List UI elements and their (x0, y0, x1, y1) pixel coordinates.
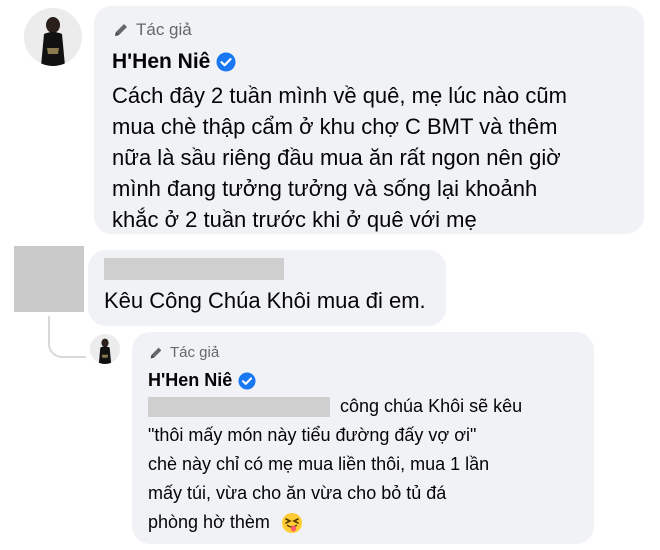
redacted-username (104, 258, 284, 280)
author-name[interactable]: H'Hen Niê (112, 50, 210, 74)
comment-line: nữa là sầu riêng đầu mua ăn rất ngon nên… (112, 145, 561, 170)
author-comment-bubble: Tác giả H'Hen Niê Cách đây 2 tuần mình v… (94, 6, 644, 234)
author-name-row: H'Hen Niê (112, 50, 236, 74)
author-badge: Tác giả (112, 20, 192, 40)
comment-line: khắc ở 2 tuần trước khi ở quê với mẹ (112, 207, 477, 232)
reply-author-name-row: H'Hen Niê (148, 370, 256, 391)
reply-line: chè này chỉ có mẹ mua liền thôi, mua 1 l… (148, 454, 490, 474)
redacted-avatar[interactable] (14, 246, 84, 312)
user-comment-text: Kêu Công Chúa Khôi mua đi em. (104, 288, 426, 313)
reply-line: phòng hờ thèm (148, 508, 588, 537)
author-badge-label: Tác giả (136, 20, 192, 39)
reply-last-line: phòng hờ thèm (148, 512, 270, 532)
reply-bubble: Tác giả H'Hen Niê công chúa Khôi sẽ kêu … (132, 332, 594, 544)
author-avatar[interactable] (24, 8, 82, 66)
verified-badge-icon (238, 371, 256, 390)
squinting-face-with-tongue-icon (281, 512, 303, 534)
thread-connector (48, 330, 86, 358)
comment-line: mình đang tưởng tưởng và sống lại khoảnh (112, 176, 538, 201)
reply-line-tail: công chúa Khôi sẽ kêu (340, 396, 523, 416)
comment-line: mua chè thập cẩm ở khu chợ C BMT và thêm (112, 114, 558, 139)
reply-badge-label: Tác giả (170, 344, 220, 361)
reply-text: công chúa Khôi sẽ kêu "thôi mấy món này … (148, 392, 588, 537)
reply-line: "thôi mấy món này tiểu đường đấy vợ ơi" (148, 425, 477, 445)
redacted-mention (148, 397, 330, 418)
reply-line: mấy túi, vừa cho ăn vừa cho bỏ tủ đá (148, 483, 447, 503)
reply-author-name[interactable]: H'Hen Niê (148, 370, 232, 391)
reply-line: công chúa Khôi sẽ kêu (148, 392, 588, 421)
pen-icon (112, 21, 130, 39)
verified-badge-icon (216, 52, 236, 72)
reply-author-avatar[interactable] (90, 334, 120, 364)
author-comment-text: Cách đây 2 tuần mình về quê, mẹ lúc nào … (112, 80, 637, 235)
comment-line: Cách đây 2 tuần mình về quê, mẹ lúc nào … (112, 83, 567, 108)
pen-icon (148, 345, 164, 361)
reply-author-badge: Tác giả (148, 344, 219, 361)
user-comment-bubble: Kêu Công Chúa Khôi mua đi em. (88, 250, 446, 326)
